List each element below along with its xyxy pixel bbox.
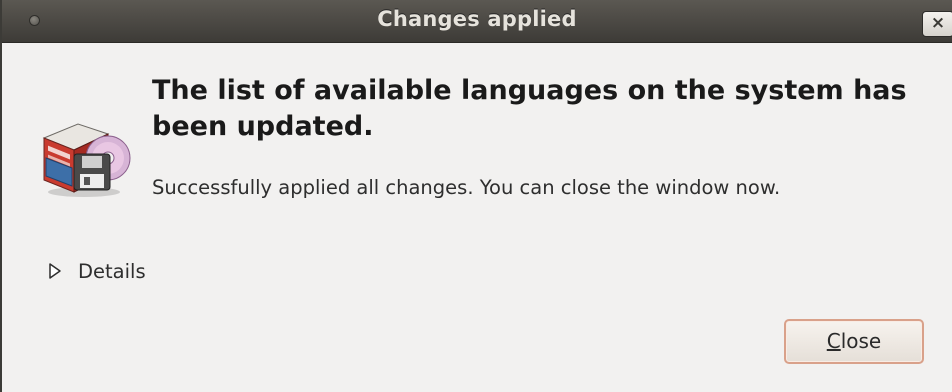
details-label: Details [78,259,146,283]
expander-triangle-icon[interactable] [48,262,62,280]
title-bar[interactable]: Changes applied × [2,0,952,43]
close-button[interactable]: Close [784,319,924,364]
window-close-button[interactable]: × [922,11,952,37]
dialog-content: The list of available languages on the s… [2,43,952,392]
details-expander[interactable]: Details [48,258,146,284]
language-support-icon [42,123,131,197]
dialog-message: Successfully applied all changes. You ca… [152,176,781,199]
dialog-heading: The list of available languages on the s… [152,75,907,142]
close-button-mnemonic: C [826,329,841,353]
dialog-window: Changes applied × The list of available … [0,0,952,392]
close-button-label: lose [840,329,882,353]
window-title: Changes applied [377,7,577,31]
